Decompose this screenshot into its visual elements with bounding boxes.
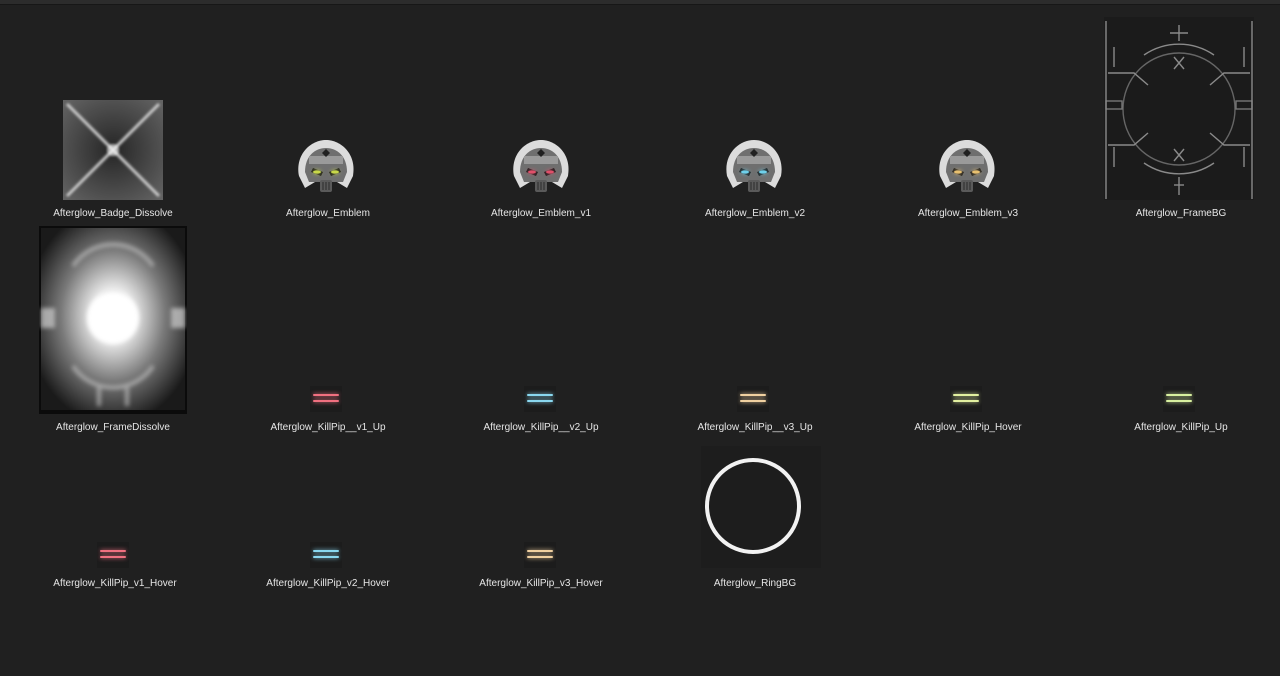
emblem-v1-thumbnail xyxy=(508,136,574,200)
asset-label: Afterglow_Emblem xyxy=(286,208,370,219)
emblem-v2-thumbnail xyxy=(721,136,787,200)
killpip-v1-up-thumbnail xyxy=(310,386,342,412)
asset-killpip-v1-hover[interactable]: Afterglow_KillPip_v1_Hover xyxy=(15,470,215,589)
asset-label: Afterglow_FrameDissolve xyxy=(56,422,170,433)
asset-frame-bg[interactable]: Afterglow_FrameBG xyxy=(1081,17,1280,219)
emblem-eye-left xyxy=(528,170,536,174)
killpip-v2-up-thumbnail xyxy=(524,386,556,412)
asset-badge-dissolve[interactable]: Afterglow_Badge_Dissolve xyxy=(13,100,213,219)
asset-killpip-v1-up[interactable]: Afterglow_KillPip__v1_Up xyxy=(228,314,428,433)
killpip-v3-up-thumbnail xyxy=(737,386,769,412)
asset-killpip-v2-up[interactable]: Afterglow_KillPip__v2_Up xyxy=(441,314,641,433)
asset-label: Afterglow_KillPip__v2_Up xyxy=(483,422,599,433)
emblem-eye-right xyxy=(331,170,339,174)
asset-label: Afterglow_Badge_Dissolve xyxy=(53,208,173,219)
top-bar xyxy=(0,0,1280,5)
killpip-hover-thumbnail xyxy=(950,386,982,412)
emblem-eye-left xyxy=(954,170,962,174)
emblem-eye-left xyxy=(313,170,321,174)
asset-frame-dissolve[interactable]: Afterglow_FrameDissolve xyxy=(13,226,213,433)
killpip-v2-hover-thumbnail xyxy=(310,542,342,568)
asset-label: Afterglow_KillPip__v3_Up xyxy=(697,422,813,433)
asset-label: Afterglow_KillPip_v2_Hover xyxy=(266,578,390,589)
asset-killpip-v2-hover[interactable]: Afterglow_KillPip_v2_Hover xyxy=(228,470,428,589)
killpip-up-thumbnail xyxy=(1163,386,1195,412)
asset-emblem-v1[interactable]: Afterglow_Emblem_v1 xyxy=(441,100,641,219)
asset-label: Afterglow_KillPip_v1_Hover xyxy=(53,578,177,589)
asset-emblem-v3[interactable]: Afterglow_Emblem_v3 xyxy=(868,100,1068,219)
asset-label: Afterglow_RingBG xyxy=(713,578,797,589)
asset-emblem-v2[interactable]: Afterglow_Emblem_v2 xyxy=(655,100,855,219)
asset-label: Afterglow_FrameBG xyxy=(1135,208,1227,219)
asset-killpip-v3-hover[interactable]: Afterglow_KillPip_v3_Hover xyxy=(441,470,641,589)
ring-bg-thumbnail xyxy=(701,446,821,568)
asset-killpip-up[interactable]: Afterglow_KillPip_Up xyxy=(1081,314,1280,433)
emblem-v3-thumbnail xyxy=(934,136,1000,200)
asset-label: Afterglow_KillPip_Up xyxy=(1134,422,1228,433)
asset-emblem[interactable]: Afterglow_Emblem xyxy=(228,100,428,219)
frame-dissolve-thumbnail xyxy=(39,226,187,414)
badge-dissolve-thumbnail xyxy=(63,100,163,200)
asset-label: Afterglow_KillPip_Hover xyxy=(914,422,1022,433)
emblem-eye-right xyxy=(546,170,554,174)
asset-killpip-hover[interactable]: Afterglow_KillPip_Hover xyxy=(868,314,1068,433)
asset-label: Afterglow_Emblem_v1 xyxy=(490,208,592,219)
killpip-v3-hover-thumbnail xyxy=(524,542,556,568)
emblem-eye-right xyxy=(759,170,767,174)
killpip-v1-hover-thumbnail xyxy=(97,542,129,568)
asset-label: Afterglow_Emblem_v3 xyxy=(917,208,1019,219)
emblem-eye-left xyxy=(741,170,749,174)
emblem-eye-right xyxy=(972,170,980,174)
emblem-thumbnail xyxy=(293,136,359,200)
asset-label: Afterglow_KillPip_v3_Hover xyxy=(479,578,603,589)
asset-label: Afterglow_KillPip__v1_Up xyxy=(270,422,386,433)
asset-label: Afterglow_Emblem_v2 xyxy=(704,208,806,219)
asset-killpip-v3-up[interactable]: Afterglow_KillPip__v3_Up xyxy=(655,314,855,433)
frame-bg-thumbnail xyxy=(1104,17,1254,200)
asset-ring-bg[interactable]: Afterglow_RingBG xyxy=(655,446,855,589)
